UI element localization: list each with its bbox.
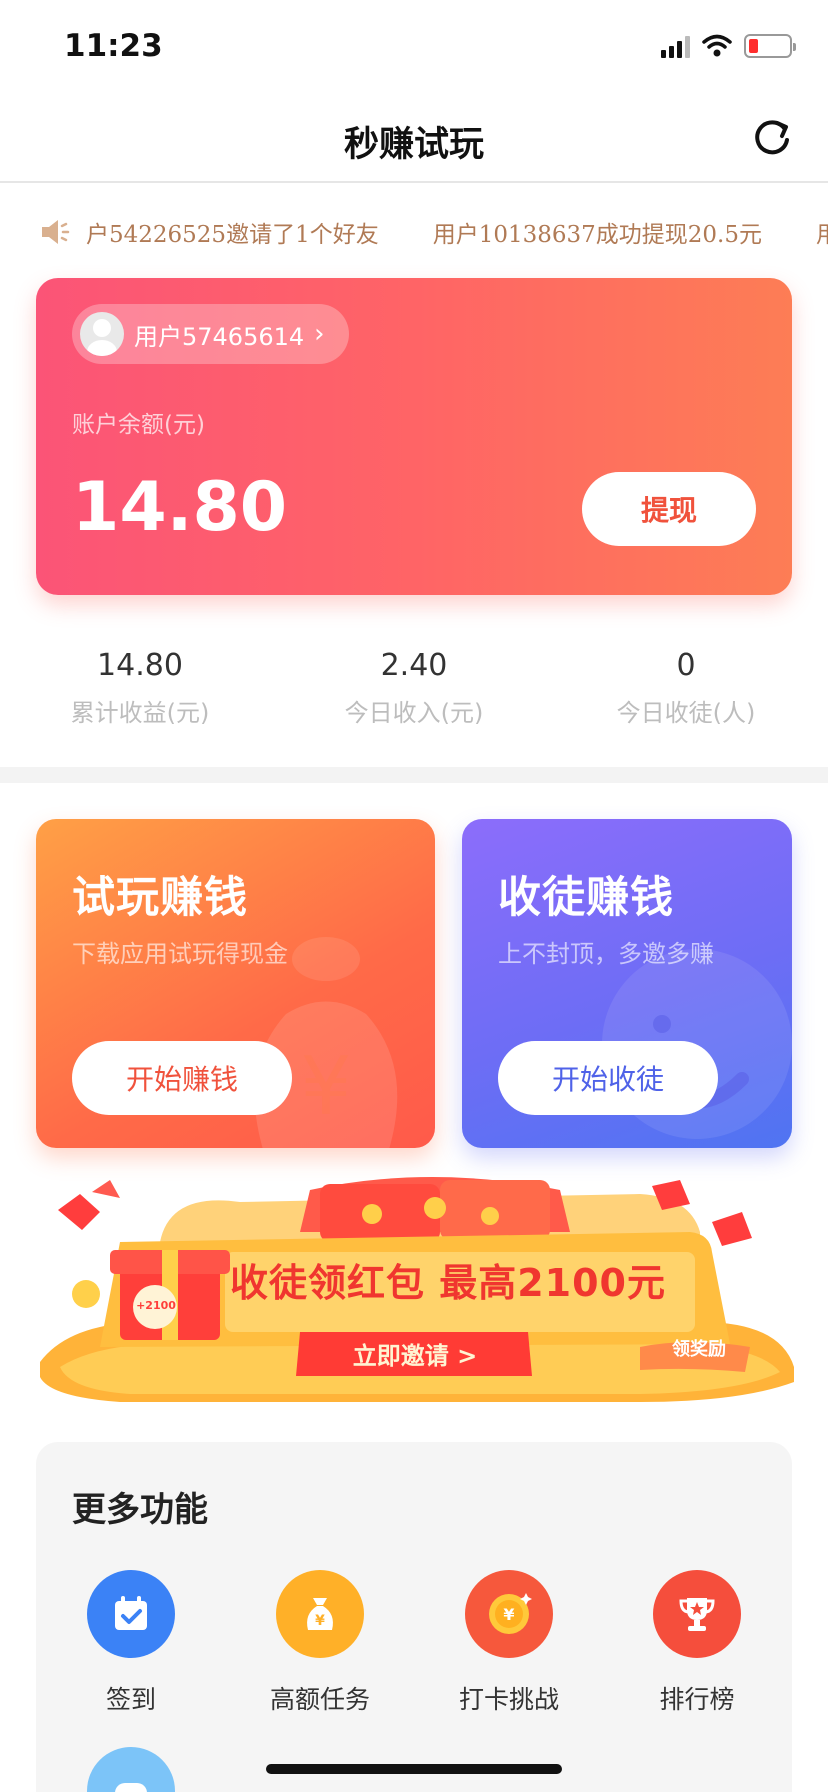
stat-today-recruits: 0 今日收徒(人) — [548, 648, 824, 728]
play-earn-subtitle: 下载应用试玩得现金 — [72, 940, 288, 968]
balance-label: 账户余额(元) — [72, 412, 205, 438]
function-label: 排行榜 — [659, 1685, 735, 1714]
play-earn-card[interactable]: ¥ 试玩赚钱 下载应用试玩得现金 开始赚钱 — [36, 819, 435, 1148]
function-label: 高额任务 — [269, 1685, 370, 1714]
stat-label: 今日收入(元) — [344, 699, 484, 727]
stat-value: 14.80 — [97, 648, 183, 683]
signal-icon — [661, 34, 690, 58]
function-games[interactable] — [36, 1747, 226, 1792]
battery-icon — [744, 34, 796, 58]
chevron-right-icon: › — [314, 319, 325, 349]
app-screen: 11:23 秒赚试玩 户54226525邀请了1个好友 用户10138637成功… — [0, 0, 828, 1792]
game-controller-icon — [87, 1747, 175, 1792]
start-earning-button[interactable]: 开始赚钱 — [72, 1041, 292, 1115]
invite-banner[interactable]: 收徒领红包 最高2100元 立即邀请 > +2100 领奖励 — [40, 1172, 794, 1402]
withdraw-button[interactable]: 提现 — [582, 472, 756, 546]
recruit-earn-title: 收徒赚钱 — [498, 873, 674, 923]
balance-amount: 14.80 — [72, 468, 288, 547]
svg-text:¥: ¥ — [503, 1605, 514, 1624]
username: 用户57465614 — [134, 322, 305, 351]
ticker-message: 用 — [815, 222, 828, 248]
wifi-icon — [702, 34, 732, 57]
section-title: 更多功能 — [72, 1490, 208, 1530]
reward-corner-tag: 领奖励 — [672, 1339, 726, 1360]
ticker-message: 户54226525邀请了1个好友 — [86, 222, 379, 248]
recruit-earn-card[interactable]: 收徒赚钱 上不封顶，多邀多赚 开始收徒 — [462, 819, 792, 1148]
status-time: 11:23 — [64, 28, 163, 64]
ticker-message: 用户10138637成功提现20.5元 — [432, 222, 762, 248]
stat-today-income: 2.40 今日收入(元) — [276, 648, 552, 728]
recruit-earn-subtitle: 上不封顶，多邀多赚 — [498, 940, 714, 968]
calendar-check-icon — [87, 1570, 175, 1658]
coin-icon: ¥ — [465, 1570, 553, 1658]
function-label: 签到 — [105, 1685, 156, 1714]
page-title: 秒赚试玩 — [343, 125, 484, 165]
function-checkin-challenge[interactable]: ¥ 打卡挑战 — [414, 1570, 604, 1716]
avatar — [80, 312, 124, 356]
refresh-icon[interactable] — [750, 116, 794, 160]
function-checkin[interactable]: 签到 — [36, 1570, 226, 1716]
stat-label: 今日收徒(人) — [616, 699, 756, 727]
announcement-ticker: 户54226525邀请了1个好友 用户10138637成功提现20.5元 用 — [38, 212, 828, 252]
user-profile-pill[interactable]: 用户57465614 › — [72, 304, 349, 364]
more-functions-panel: 更多功能 签到 ¥ 高额任务 ¥ 打卡挑战 排行榜 — [36, 1442, 792, 1792]
home-indicator[interactable] — [266, 1764, 562, 1774]
money-bag-icon: ¥ — [276, 1570, 364, 1658]
status-icons — [661, 34, 796, 58]
balance-card: 用户57465614 › 账户余额(元) 14.80 提现 — [36, 278, 792, 595]
stat-value: 2.40 — [380, 648, 448, 683]
start-recruiting-button[interactable]: 开始收徒 — [498, 1041, 718, 1115]
function-high-tasks[interactable]: ¥ 高额任务 — [225, 1570, 415, 1716]
money-bag-glyph: ¥ — [301, 1040, 352, 1133]
stat-label: 累计收益(元) — [70, 699, 210, 727]
invite-now-button[interactable]: 立即邀请 > — [302, 1336, 528, 1371]
stat-total-earnings: 14.80 累计收益(元) — [2, 648, 278, 728]
speaker-icon — [42, 220, 70, 244]
stat-value: 0 — [676, 648, 696, 683]
play-earn-title: 试玩赚钱 — [72, 873, 248, 923]
svg-text:¥: ¥ — [315, 1613, 325, 1629]
function-label: 打卡挑战 — [458, 1685, 559, 1714]
function-leaderboard[interactable]: 排行榜 — [602, 1570, 792, 1716]
banner-headline: 收徒领红包 最高2100元 — [230, 1261, 666, 1305]
trophy-icon — [653, 1570, 741, 1658]
gift-tag: +2100 — [136, 1299, 176, 1312]
section-divider — [0, 767, 828, 783]
nav-divider — [0, 181, 828, 183]
